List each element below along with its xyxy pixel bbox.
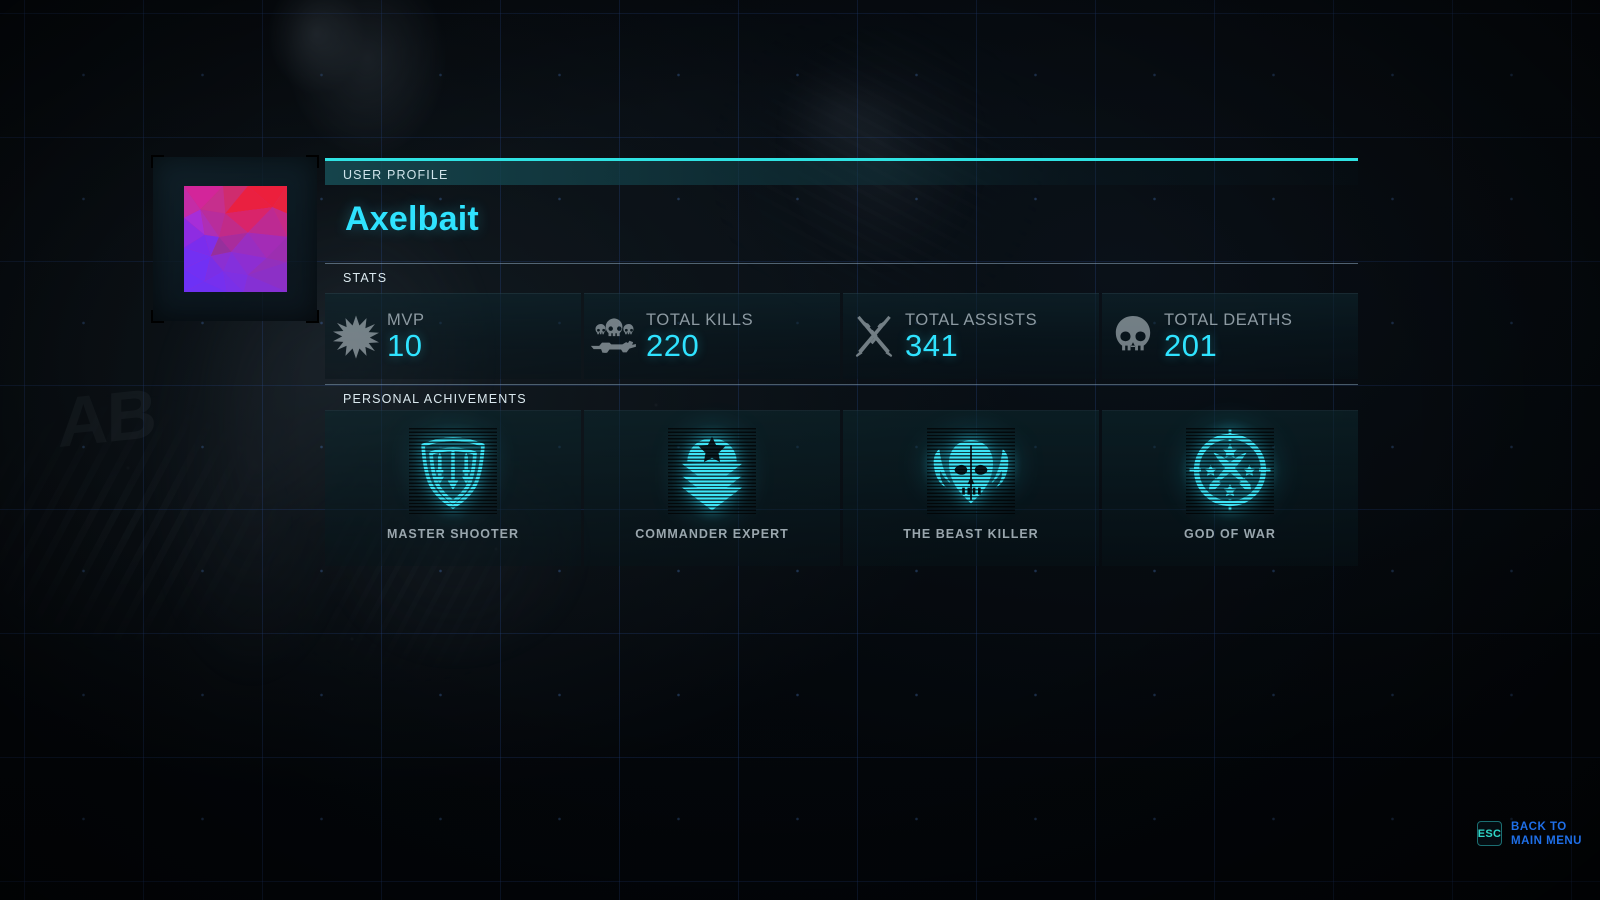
stats-row: MVP 10 TOTAL KILLS 220 TOTAL ASSISTS 341… [325, 293, 1358, 379]
stats-section-header: STATS [325, 263, 1358, 289]
stat-label: TOTAL ASSISTS [905, 310, 1038, 329]
stat-text-total-assists: TOTAL ASSISTS 341 [905, 310, 1037, 363]
avatar-frame[interactable] [151, 155, 319, 323]
stat-card-total-deaths[interactable]: TOTAL DEATHS 201 [1102, 293, 1358, 379]
stats-section-label: STATS [343, 271, 388, 285]
achievement-label: THE BEAST KILLER [903, 527, 1039, 541]
avatar-corner-bottom-left [151, 310, 164, 323]
back-to-main-menu-control[interactable]: ESC BACK TO MAIN MENU [1477, 820, 1582, 849]
avatar-corner-top-left [151, 155, 164, 168]
user-profile-header-bar: USER PROFILE [325, 158, 1358, 185]
stat-value: 341 [905, 328, 959, 364]
achievements-section-label: PERSONAL ACHIVEMENTS [343, 392, 527, 406]
stat-text-mvp: MVP 10 [387, 310, 425, 363]
stat-label: TOTAL KILLS [646, 310, 754, 329]
shield-arrows-badge-icon [409, 426, 497, 514]
achievement-label: GOD OF WAR [1184, 527, 1276, 541]
achievements-row: MASTER SHOOTER COMMANDER EXPERT THE BEAS… [325, 410, 1358, 566]
achievement-card-master-shooter[interactable]: MASTER SHOOTER [325, 410, 581, 566]
esc-key-badge[interactable]: ESC [1477, 821, 1503, 847]
crossed-rifles-icon [843, 314, 905, 360]
stat-label: MVP [387, 310, 425, 329]
avatar-corner-bottom-right [306, 310, 319, 323]
stat-value: 10 [387, 328, 423, 364]
stat-card-mvp[interactable]: MVP 10 [325, 293, 581, 379]
stat-text-total-deaths: TOTAL DEATHS 201 [1164, 310, 1293, 363]
achievement-card-beast-killer[interactable]: THE BEAST KILLER [843, 410, 1099, 566]
winged-skull-badge-icon [927, 426, 1015, 514]
user-profile-section-label: USER PROFILE [343, 168, 449, 182]
stat-card-total-kills[interactable]: TOTAL KILLS 220 [584, 293, 840, 379]
star-burst-icon [325, 314, 387, 360]
crossed-swords-badge-icon [1186, 426, 1274, 514]
achievement-card-commander-expert[interactable]: COMMANDER EXPERT [584, 410, 840, 566]
back-to-main-menu-line2: MAIN MENU [1511, 834, 1582, 847]
achievement-label: COMMANDER EXPERT [635, 527, 789, 541]
stat-value: 220 [646, 328, 700, 364]
stat-text-total-kills: TOTAL KILLS 220 [646, 310, 753, 363]
back-to-main-menu-line1: BACK TO [1511, 820, 1567, 833]
chevron-star-badge-icon [668, 426, 756, 514]
avatar-corner-top-right [306, 155, 319, 168]
skulls-rifle-icon [584, 316, 646, 358]
user-profile-screen: USER PROFILE Axelbait STATS MVP 10 TOTAL… [0, 0, 1600, 900]
stat-value: 201 [1164, 328, 1218, 364]
skull-icon [1102, 314, 1164, 360]
stat-label: TOTAL DEATHS [1164, 310, 1293, 329]
avatar [184, 186, 287, 292]
achievements-section-header: PERSONAL ACHIVEMENTS [325, 384, 1358, 410]
stat-card-total-assists[interactable]: TOTAL ASSISTS 341 [843, 293, 1099, 379]
achievement-card-god-of-war[interactable]: GOD OF WAR [1102, 410, 1358, 566]
player-name: Axelbait [345, 200, 479, 238]
profile-main-column: USER PROFILE Axelbait STATS MVP 10 TOTAL… [325, 158, 1358, 566]
achievement-label: MASTER SHOOTER [386, 527, 520, 541]
back-to-main-menu-label: BACK TO MAIN MENU [1511, 820, 1582, 849]
